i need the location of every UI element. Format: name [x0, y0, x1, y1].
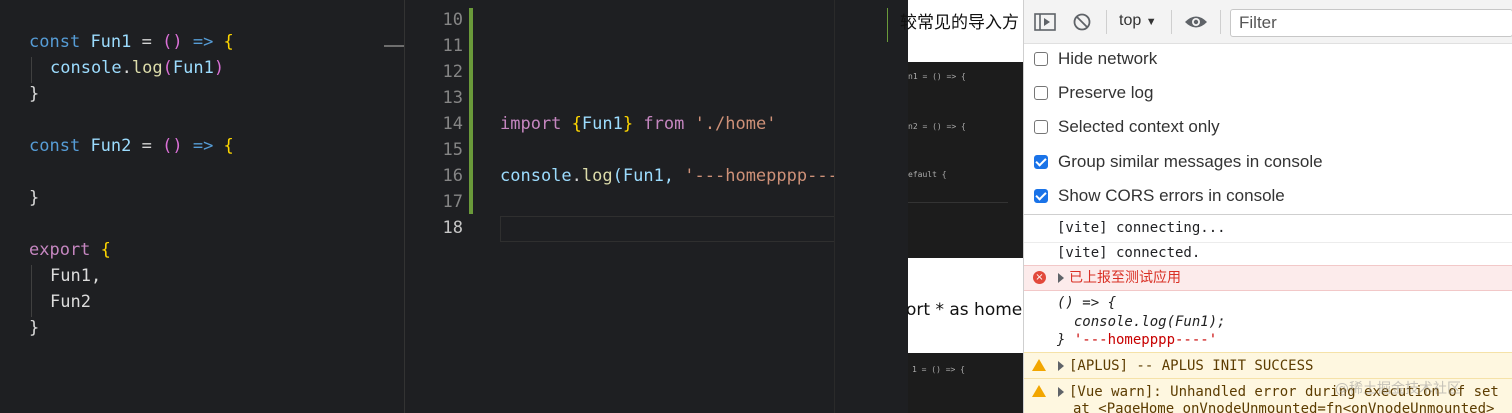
toolbar-separator — [1171, 10, 1172, 34]
option-label: Group similar messages in console — [1058, 152, 1323, 171]
option-preserve-log[interactable]: Preserve log — [1034, 78, 1153, 108]
checkbox-checked[interactable] — [1034, 155, 1048, 169]
line-number: 14 — [442, 114, 463, 134]
console-warning-message[interactable]: [APLUS] -- APLUS INIT SUCCESS — [1024, 352, 1512, 379]
collapse-marker — [384, 45, 404, 47]
option-label: Show CORS errors in console — [1058, 186, 1285, 205]
expand-arrow-icon[interactable] — [1058, 361, 1064, 371]
expand-arrow-icon[interactable] — [1058, 273, 1064, 283]
preview-code-image: 1 = () => { — [908, 353, 1024, 413]
line-number: 11 — [442, 36, 463, 56]
code-line: const Fun2 = () => { — [29, 136, 234, 156]
filter-field[interactable] — [1230, 9, 1512, 37]
option-group-similar[interactable]: Group similar messages in console — [1034, 147, 1323, 177]
preview-code-image: n1 = () => { n2 = () => { efault { — [908, 62, 1024, 258]
error-icon: × — [1033, 271, 1046, 284]
code-line: const Fun1 = () => { — [29, 32, 234, 52]
git-modified-indicator — [469, 8, 473, 214]
line-number: 18 — [442, 218, 463, 238]
clear-console-icon[interactable] — [1072, 12, 1092, 32]
middle-code-editor[interactable]: 10 11 12 13 14 15 16 17 18 import {Fun1}… — [404, 0, 835, 413]
preview-heading-text: 较常见的导入方 — [900, 13, 1019, 33]
editor-minimap-strip — [834, 0, 889, 413]
line-number: 12 — [442, 62, 463, 82]
code-line: } — [29, 188, 40, 208]
filter-input[interactable] — [1231, 10, 1512, 36]
article-preview: 较常见的导入方 n1 = () => { n2 = () => { efault… — [888, 0, 1024, 413]
settings-divider — [1024, 214, 1512, 215]
console-log-statement: console.log(Fun1, '---homepppp--- — [500, 166, 835, 186]
checkbox[interactable] — [1034, 120, 1048, 134]
warning-icon — [1032, 385, 1046, 397]
line-number: 10 — [442, 10, 463, 30]
preview-code-line: n1 = () => { — [908, 72, 966, 81]
line-number: 16 — [442, 166, 463, 186]
code-line: } — [29, 318, 40, 338]
toolbar-separator — [1106, 10, 1107, 34]
preview-code-line: efault { — [908, 170, 947, 179]
sidebar-toggle-icon[interactable] — [1034, 12, 1056, 32]
line-number: 17 — [442, 192, 463, 212]
code-line: Fun1, — [50, 266, 102, 286]
option-label: Hide network — [1058, 49, 1158, 68]
eye-icon[interactable] — [1184, 12, 1208, 32]
line-number: 13 — [442, 88, 463, 108]
checkbox-checked[interactable] — [1034, 189, 1048, 203]
current-line-highlight — [500, 216, 835, 242]
code-line: Fun2 — [50, 292, 91, 312]
preview-text-block: ort * as home — [906, 258, 1024, 353]
console-toolbar: top ▼ — [1024, 0, 1512, 44]
import-statement: import {Fun1} from './home' — [500, 114, 777, 134]
console-function-output[interactable]: () => { console.log(Fun1); } '---homeppp… — [1024, 293, 1512, 349]
option-show-cors-errors[interactable]: Show CORS errors in console — [1034, 181, 1285, 211]
code-line: console.log(Fun1) — [50, 58, 225, 78]
context-selector[interactable]: top ▼ — [1119, 12, 1157, 30]
warning-icon — [1032, 359, 1046, 371]
line-number: 15 — [442, 140, 463, 160]
preview-code-line: n2 = () => { — [908, 122, 966, 131]
toolbar-separator — [1220, 10, 1221, 34]
code-line: } — [29, 84, 40, 104]
watermark: @稀土掘金技术社区 — [1335, 381, 1461, 397]
option-hide-network[interactable]: Hide network — [1034, 44, 1157, 74]
dropdown-arrow-icon: ▼ — [1145, 16, 1157, 28]
devtools-console[interactable]: top ▼ Hide network Preserve log Selected… — [1023, 0, 1512, 413]
preview-text-block: 较常见的导入方 — [900, 0, 1024, 62]
code-line: export { — [29, 240, 111, 260]
left-code-editor[interactable]: const Fun1 = () => { console.log(Fun1) }… — [0, 0, 384, 413]
console-message: [vite] connected. — [1024, 242, 1512, 265]
expand-arrow-icon[interactable] — [1058, 387, 1064, 397]
preview-code-line: 1 = () => { — [912, 365, 965, 374]
option-selected-context-only[interactable]: Selected context only — [1034, 112, 1220, 142]
console-error-message[interactable]: × 已上报至测试应用 — [1024, 265, 1512, 291]
editor-splitter[interactable] — [384, 0, 404, 413]
console-message: [vite] connecting... — [1057, 220, 1226, 236]
preview-code-text: ort * as home — [906, 300, 1023, 320]
checkbox[interactable] — [1034, 52, 1048, 66]
option-label: Selected context only — [1058, 117, 1220, 136]
checkbox[interactable] — [1034, 86, 1048, 100]
option-label: Preserve log — [1058, 83, 1154, 102]
